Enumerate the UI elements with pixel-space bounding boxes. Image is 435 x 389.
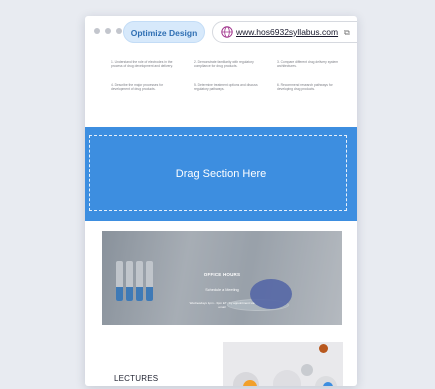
window-dot-icon[interactable] (116, 28, 122, 34)
objective-item: 3. Compare different drug delivery syste… (277, 60, 339, 69)
objective-item: 4. Describe the major processes for deve… (111, 82, 164, 91)
lectures-heading: LECTURES (114, 374, 159, 383)
url-bar[interactable]: www.hos6932syllabus.com ⧉ (212, 21, 357, 43)
objective-item: 1. Understand the role of electrodes in … (111, 60, 173, 69)
external-link-icon[interactable]: ⧉ (344, 28, 350, 38)
page-preview-card: Optimize Design www.hos6932syllabus.com … (85, 16, 357, 386)
objectives-row: 1. Understand the role of electrodes in … (111, 60, 347, 69)
objective-item: 6. Recommend research pathways for devel… (277, 82, 333, 91)
globe-icon (221, 26, 233, 38)
site-url-link[interactable]: www.hos6932syllabus.com (236, 27, 338, 37)
window-dot-icon[interactable] (105, 28, 111, 34)
office-hours-title: OFFICE HOURS (203, 272, 241, 277)
preview-toolbar: Optimize Design www.hos6932syllabus.com … (85, 16, 357, 48)
lectures-image (223, 342, 343, 386)
banner-overlay (102, 231, 342, 325)
window-controls (94, 28, 122, 34)
learning-objectives: 1. Understand the role of electrodes in … (111, 60, 347, 105)
office-hours-note: Wednesdays 1pm - 3pm ET / by appointment… (189, 301, 255, 309)
optimize-design-button[interactable]: Optimize Design (123, 21, 205, 43)
section-drop-zone[interactable]: Drag Section Here (85, 127, 357, 221)
objective-item: 2. Demonstrate familiarity with regulato… (194, 60, 254, 69)
objective-item: 5. Determine treatment options and discu… (194, 82, 258, 91)
office-hours-banner[interactable]: OFFICE HOURS Schedule a Meeting Wednesda… (102, 231, 342, 325)
objectives-row: 4. Describe the major processes for deve… (111, 83, 347, 92)
drop-zone-label: Drag Section Here (175, 168, 267, 180)
window-dot-icon[interactable] (94, 28, 100, 34)
schedule-meeting-link[interactable]: Schedule a Meeting (102, 288, 342, 292)
